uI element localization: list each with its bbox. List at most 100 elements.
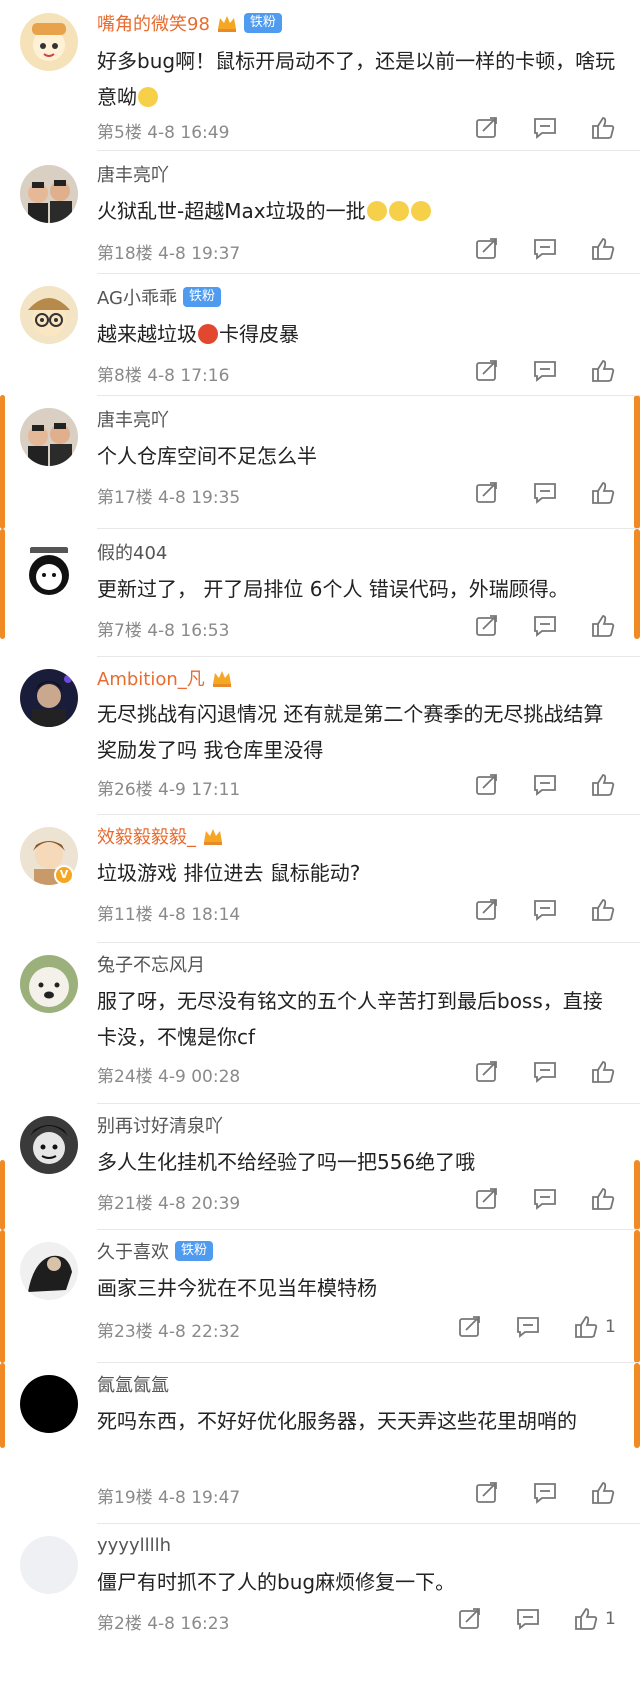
username[interactable]: 唐丰亮吖 bbox=[97, 406, 169, 432]
comment-actions bbox=[472, 234, 618, 264]
comment-meta: 第18楼 4-8 19:37 bbox=[97, 239, 240, 264]
like-icon[interactable] bbox=[588, 1057, 618, 1087]
comment-header: yyyyllllh bbox=[97, 1532, 171, 1558]
comment-text: 死吗东西，不好好优化服务器，天天弄这些花里胡哨的 bbox=[97, 1403, 617, 1439]
share-icon[interactable] bbox=[472, 356, 502, 386]
comment-header: AG小乖乖 铁粉 bbox=[97, 284, 221, 310]
share-icon[interactable] bbox=[472, 234, 502, 264]
username[interactable]: yyyyllllh bbox=[97, 1535, 171, 1556]
like-icon[interactable] bbox=[588, 1478, 618, 1508]
like-icon[interactable] bbox=[588, 113, 618, 143]
floor-number: 第2楼 bbox=[97, 1614, 142, 1634]
avatar[interactable] bbox=[20, 165, 78, 223]
comment-icon[interactable] bbox=[530, 234, 560, 264]
share-icon[interactable] bbox=[472, 113, 502, 143]
share-icon[interactable] bbox=[455, 1312, 485, 1342]
avatar[interactable] bbox=[20, 1242, 78, 1300]
username[interactable]: 兔子不忘风月 bbox=[97, 951, 205, 977]
like-icon[interactable] bbox=[588, 478, 618, 508]
comment-header: 久于喜欢 铁粉 bbox=[97, 1238, 214, 1264]
share-icon[interactable] bbox=[472, 1478, 502, 1508]
comment-text: 越来越垃圾 卡得皮暴 bbox=[97, 316, 617, 352]
comment-item: 兔子不忘风月 服了呀，无尽没有铭文的五个人辛苦打到最后boss，直接卡没，不愧是… bbox=[0, 943, 640, 1104]
vip-crown-icon bbox=[202, 826, 224, 846]
timestamp: 4-8 16:53 bbox=[147, 621, 230, 641]
comment-text-body: 垃圾游戏 排位进去 鼠标能动? bbox=[97, 861, 361, 885]
comment-icon[interactable] bbox=[513, 1604, 543, 1634]
like-icon[interactable] bbox=[588, 356, 618, 386]
avatar[interactable] bbox=[20, 408, 78, 466]
comment-icon[interactable] bbox=[530, 770, 560, 800]
username[interactable]: 别再讨好清泉吖 bbox=[97, 1112, 223, 1138]
comment-actions bbox=[472, 1184, 618, 1214]
username[interactable]: 效毅毅毅毅_ bbox=[97, 823, 196, 849]
comment-item: 别再讨好清泉吖 多人生化挂机不给经验了吗一把556绝了哦 第21楼 4-8 20… bbox=[0, 1104, 640, 1230]
avatar[interactable] bbox=[20, 669, 78, 727]
comment-icon[interactable] bbox=[530, 1184, 560, 1214]
like-icon[interactable] bbox=[588, 770, 618, 800]
comment-text: 垃圾游戏 排位进去 鼠标能动? bbox=[97, 855, 617, 891]
avatar[interactable] bbox=[20, 286, 78, 344]
comment-meta: 第11楼 4-8 18:14 bbox=[97, 900, 240, 925]
timestamp: 4-8 22:32 bbox=[158, 1322, 241, 1342]
share-icon[interactable] bbox=[472, 611, 502, 641]
comment-item: 唐丰亮吖 个人仓库空间不足怎么半 第17楼 4-8 19:35 bbox=[0, 396, 640, 529]
comment-item: 氤氲氤氲 死吗东西，不好好优化服务器，天天弄这些花里胡哨的 第19楼 4-8 1… bbox=[0, 1363, 640, 1524]
comment-item: V 效毅毅毅毅_ 垃圾游戏 排位进去 鼠标能动? 第11楼 4-8 18:14 bbox=[0, 815, 640, 943]
like-icon[interactable] bbox=[588, 611, 618, 641]
avatar[interactable] bbox=[20, 1116, 78, 1174]
like-icon[interactable] bbox=[571, 1312, 601, 1342]
comment-header: 氤氲氤氲 bbox=[97, 1371, 169, 1397]
like-icon[interactable] bbox=[571, 1604, 601, 1634]
timestamp: 4-9 00:28 bbox=[158, 1067, 241, 1087]
avatar[interactable] bbox=[20, 13, 78, 71]
comment-icon[interactable] bbox=[530, 1057, 560, 1087]
share-icon[interactable] bbox=[472, 478, 502, 508]
share-icon[interactable] bbox=[472, 1057, 502, 1087]
scroll-indicator bbox=[634, 529, 640, 639]
comment-header: 唐丰亮吖 bbox=[97, 161, 169, 187]
floor-number: 第11楼 bbox=[97, 905, 153, 925]
comment-text-body: 个人仓库空间不足怎么半 bbox=[97, 444, 317, 468]
comment-icon[interactable] bbox=[530, 611, 560, 641]
username[interactable]: 假的404 bbox=[97, 539, 167, 565]
like-icon[interactable] bbox=[588, 895, 618, 925]
floor-number: 第26楼 bbox=[97, 780, 153, 800]
username[interactable]: AG小乖乖 bbox=[97, 284, 177, 310]
avatar[interactable] bbox=[20, 1375, 78, 1433]
angry-emoji-icon bbox=[198, 324, 218, 344]
fan-badge: 铁粉 bbox=[182, 287, 221, 307]
comment-header: 假的404 bbox=[97, 539, 167, 565]
comment-icon[interactable] bbox=[530, 1478, 560, 1508]
scroll-indicator bbox=[634, 396, 640, 529]
comment-icon[interactable] bbox=[530, 478, 560, 508]
comment-text: 服了呀，无尽没有铭文的五个人辛苦打到最后boss，直接卡没，不愧是你cf bbox=[97, 983, 617, 1055]
share-icon[interactable] bbox=[472, 1184, 502, 1214]
comment-icon[interactable] bbox=[530, 113, 560, 143]
share-icon[interactable] bbox=[455, 1604, 485, 1634]
like-icon[interactable] bbox=[588, 1184, 618, 1214]
avatar[interactable] bbox=[20, 955, 78, 1013]
scroll-indicator bbox=[634, 1363, 640, 1448]
smirk-emoji-icon bbox=[138, 87, 158, 107]
avatar[interactable] bbox=[20, 541, 78, 599]
comment-icon[interactable] bbox=[530, 356, 560, 386]
username[interactable]: 久于喜欢 bbox=[97, 1238, 169, 1264]
crying-emoji-icon bbox=[366, 201, 387, 221]
username[interactable]: 氤氲氤氲 bbox=[97, 1371, 169, 1397]
avatar[interactable] bbox=[20, 1536, 78, 1594]
like-icon[interactable] bbox=[588, 234, 618, 264]
username[interactable]: Ambition_凡 bbox=[97, 665, 205, 691]
comment-text-body: 火狱乱世-超越Max垃圾的一批 bbox=[97, 199, 366, 223]
scroll-indicator-left bbox=[0, 529, 5, 639]
username[interactable]: 唐丰亮吖 bbox=[97, 161, 169, 187]
share-icon[interactable] bbox=[472, 895, 502, 925]
comment-actions bbox=[472, 356, 618, 386]
username[interactable]: 嘴角的微笑98 bbox=[97, 10, 210, 36]
comment-header: 效毅毅毅毅_ bbox=[97, 823, 224, 849]
comment-text-body: 越来越垃圾 bbox=[97, 322, 197, 346]
comment-icon[interactable] bbox=[513, 1312, 543, 1342]
comment-icon[interactable] bbox=[530, 895, 560, 925]
scroll-indicator bbox=[634, 1160, 640, 1230]
share-icon[interactable] bbox=[472, 770, 502, 800]
